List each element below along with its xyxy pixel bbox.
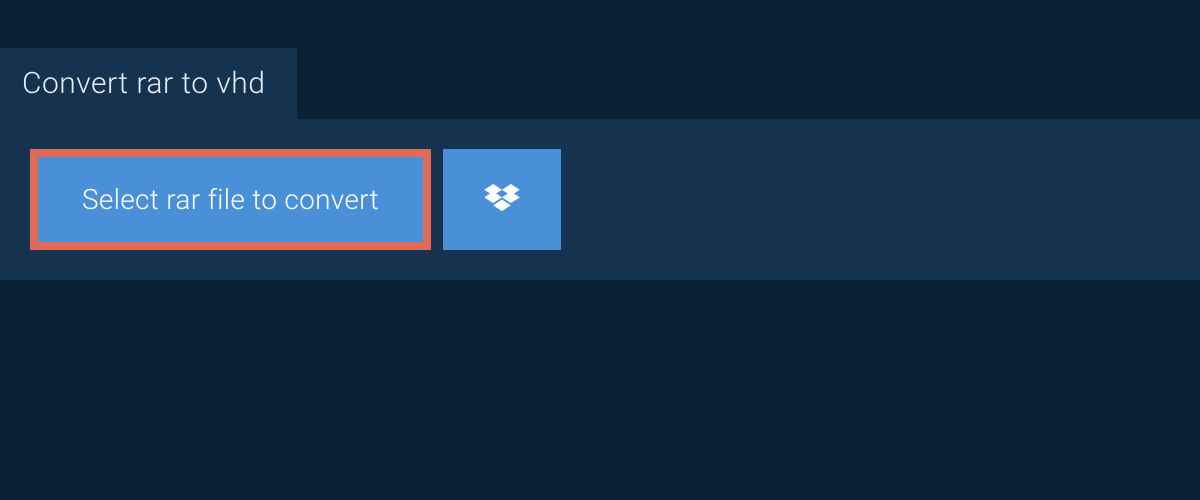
content-panel: Select rar file to convert [0, 119, 1200, 280]
page-title: Convert rar to vhd [22, 66, 265, 101]
button-row: Select rar file to convert [30, 149, 1170, 250]
select-file-button[interactable]: Select rar file to convert [30, 149, 431, 250]
dropbox-button[interactable] [443, 149, 561, 250]
select-file-label: Select rar file to convert [82, 183, 379, 216]
tab-header: Convert rar to vhd [0, 48, 297, 119]
dropbox-icon [484, 184, 520, 216]
